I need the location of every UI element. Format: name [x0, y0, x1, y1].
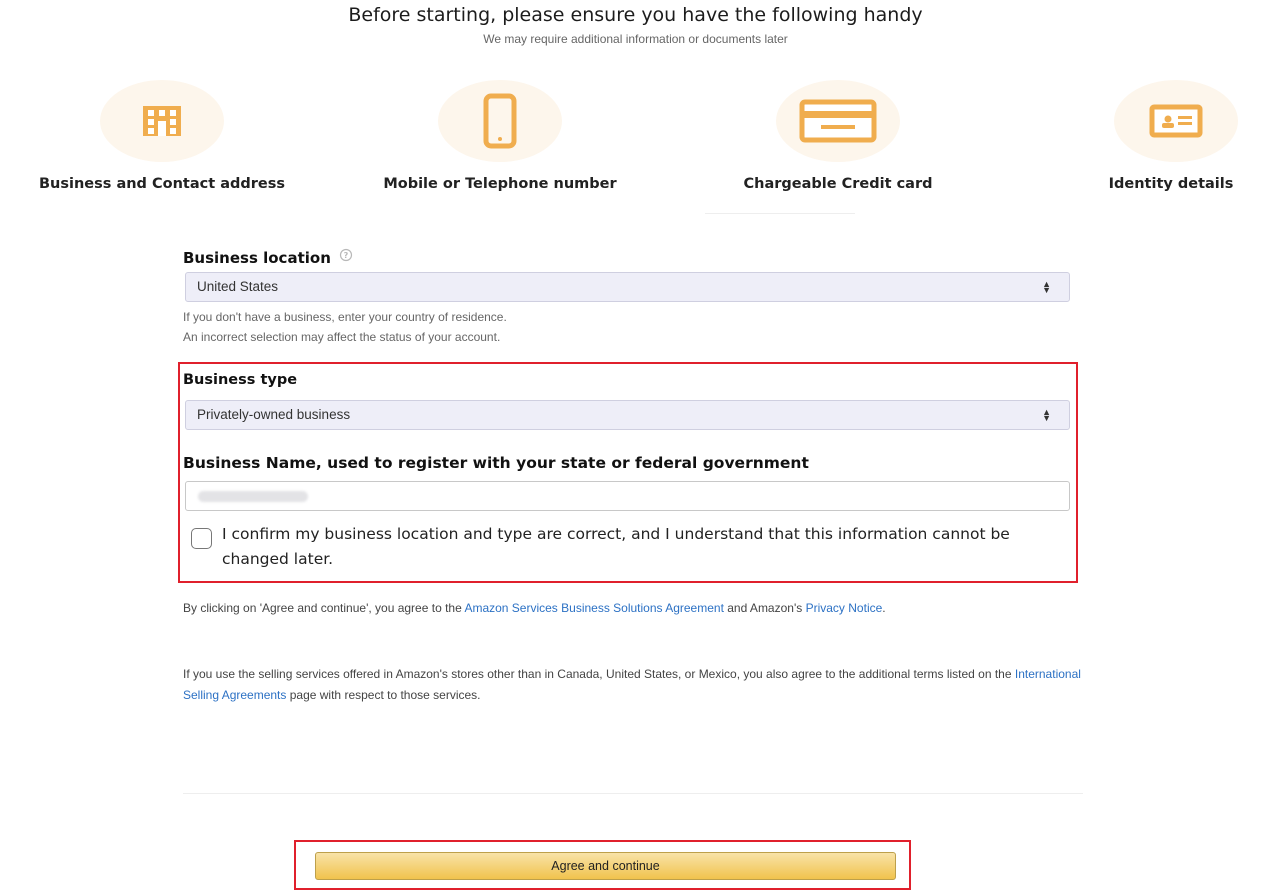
location-hint: If you don't have a business, enter your… — [183, 310, 507, 324]
id-card-icon — [1114, 80, 1238, 162]
business-solutions-agreement-link[interactable]: Amazon Services Business Solutions Agree… — [464, 601, 723, 615]
page-title: Before starting, please ensure you have … — [348, 4, 923, 26]
business-type-label: Business type — [183, 372, 298, 388]
requirement-business-address: Business and Contact address — [39, 80, 285, 192]
separator — [705, 213, 855, 214]
requirement-label: Identity details — [1108, 176, 1234, 192]
select-arrows-icon: ▲ ▼ — [1042, 407, 1051, 423]
page-subtitle: We may require additional information or… — [483, 32, 788, 46]
requirement-credit-card: Chargeable Credit card — [744, 80, 933, 192]
agreement-paragraph: By clicking on 'Agree and continue', you… — [183, 601, 886, 615]
business-name-input[interactable] — [185, 481, 1070, 511]
svg-text:?: ? — [344, 251, 349, 260]
redacted-value — [198, 491, 308, 502]
business-name-label: Business Name, used to register with you… — [183, 454, 809, 472]
requirement-label: Business and Contact address — [39, 176, 285, 192]
business-type-value: Privately-owned business — [197, 407, 351, 422]
credit-card-icon — [776, 80, 900, 162]
divider — [183, 793, 1083, 794]
requirement-label: Mobile or Telephone number — [383, 176, 617, 192]
requirement-label: Chargeable Credit card — [743, 176, 933, 192]
business-type-select[interactable]: Privately-owned business ▲ ▼ — [185, 400, 1070, 430]
business-location-label: Business location ? — [183, 248, 353, 267]
requirement-identity: Identity details — [1109, 80, 1238, 192]
select-arrows-icon: ▲ ▼ — [1042, 279, 1051, 295]
agree-and-continue-button[interactable]: Agree and continue — [315, 852, 896, 880]
business-location-value: United States — [197, 279, 279, 294]
mobile-phone-icon — [438, 80, 562, 162]
business-location-select[interactable]: United States ▲ ▼ — [185, 272, 1070, 302]
confirm-checkbox[interactable] — [191, 528, 212, 549]
confirm-text: I confirm my business location and type … — [222, 525, 1010, 568]
location-warning: An incorrect selection may affect the st… — [183, 330, 501, 344]
privacy-notice-link[interactable]: Privacy Notice — [806, 601, 883, 615]
international-terms-paragraph: If you use the selling services offered … — [183, 667, 1081, 702]
requirement-phone: Mobile or Telephone number — [383, 80, 617, 192]
building-icon — [100, 80, 224, 162]
info-icon[interactable]: ? — [339, 248, 353, 266]
